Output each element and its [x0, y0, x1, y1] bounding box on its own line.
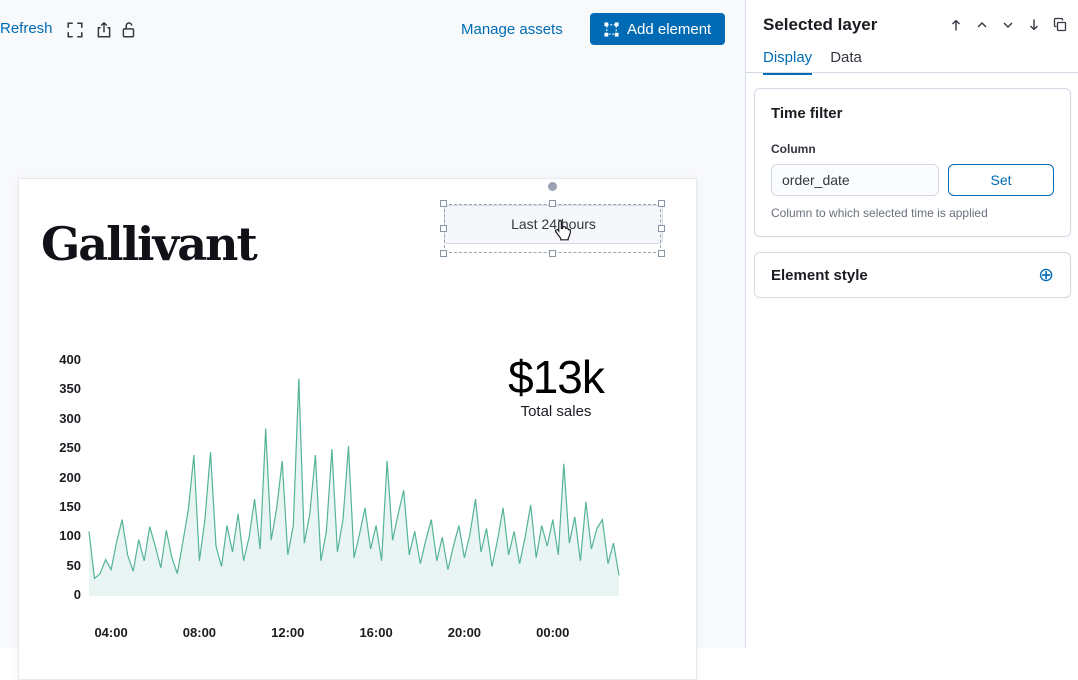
x-axis-label: 08:00 — [173, 625, 225, 640]
workpad-page[interactable]: Gallivant Last 24 hours $13k Total sales… — [18, 178, 697, 680]
x-axis-label: 00:00 — [527, 625, 579, 640]
y-axis-label: 400 — [33, 352, 81, 370]
time-filter-title: Time filter — [771, 105, 1054, 122]
column-label: Column — [771, 142, 1054, 156]
move-layer-down-icon[interactable] — [1000, 17, 1016, 33]
resize-handle[interactable] — [440, 250, 447, 257]
gallivant-logo[interactable]: Gallivant — [41, 217, 256, 271]
y-axis-label: 0 — [33, 587, 81, 605]
y-axis-label: 150 — [33, 499, 81, 517]
selected-layer-panel: Selected layer Display Data Time filter … — [745, 0, 1078, 648]
manage-assets-button[interactable]: Manage assets — [461, 21, 563, 38]
y-axis-label: 350 — [33, 381, 81, 399]
y-axis-label: 100 — [33, 528, 81, 546]
resize-handle[interactable] — [658, 250, 665, 257]
resize-handle[interactable] — [549, 200, 556, 207]
x-axis-label: 16:00 — [350, 625, 402, 640]
unlock-icon[interactable] — [120, 21, 138, 39]
selected-element-time-filter[interactable]: Last 24 hours — [444, 204, 661, 253]
move-layer-to-top-icon[interactable] — [948, 17, 964, 33]
resize-handle[interactable] — [549, 250, 556, 257]
resize-handle[interactable] — [658, 200, 665, 207]
x-axis-label: 20:00 — [438, 625, 490, 640]
move-layer-up-icon[interactable] — [974, 17, 990, 33]
y-axis-label: 200 — [33, 470, 81, 488]
add-element-button[interactable]: Add element — [590, 13, 725, 45]
resize-handle[interactable] — [440, 225, 447, 232]
export-icon[interactable] — [95, 21, 113, 39]
x-axis-label: 04:00 — [85, 625, 137, 640]
refresh-button[interactable]: Refresh — [0, 20, 53, 37]
x-axis-label: 12:00 — [262, 625, 314, 640]
time-filter-card: Time filter Column Set Column to which s… — [754, 88, 1071, 237]
set-button[interactable]: Set — [948, 164, 1054, 196]
duplicate-layer-icon[interactable] — [1052, 17, 1068, 33]
tabs-divider — [746, 72, 1078, 73]
resize-handle[interactable] — [440, 200, 447, 207]
element-style-card[interactable]: Element style ⊕ — [754, 252, 1071, 298]
expand-element-style-icon[interactable]: ⊕ — [1038, 266, 1054, 285]
move-layer-to-bottom-icon[interactable] — [1026, 17, 1042, 33]
y-axis-label: 300 — [33, 411, 81, 429]
rotate-handle[interactable] — [548, 182, 557, 191]
add-element-icon — [604, 22, 619, 37]
sales-area-chart[interactable] — [89, 361, 619, 597]
fullscreen-icon[interactable] — [66, 21, 84, 39]
y-axis-label: 250 — [33, 440, 81, 458]
add-element-label: Add element — [627, 21, 711, 38]
element-style-title: Element style — [771, 267, 868, 284]
selection-outline — [444, 204, 661, 253]
layer-order-controls — [948, 17, 1068, 33]
panel-title: Selected layer — [763, 15, 877, 35]
column-input[interactable] — [771, 164, 939, 196]
canvas-workspace: Refresh Manage assets Add element Galliv… — [0, 0, 745, 648]
resize-handle[interactable] — [658, 225, 665, 232]
column-helper-text: Column to which selected time is applied — [771, 206, 1054, 220]
y-axis-label: 50 — [33, 558, 81, 576]
